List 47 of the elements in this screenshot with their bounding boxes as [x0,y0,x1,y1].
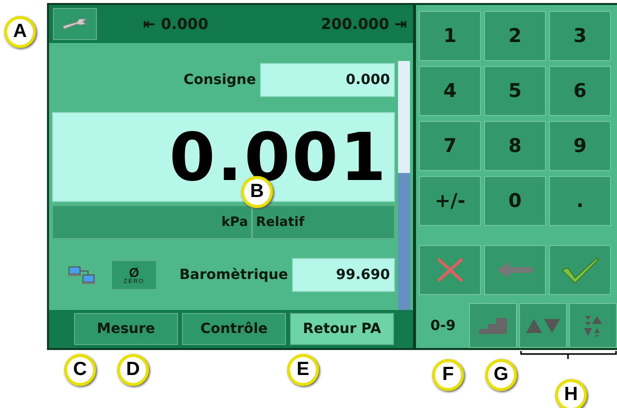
callout-marker: G [485,359,517,391]
keypad-key[interactable]: 1 [419,11,481,61]
setpoint-field[interactable]: 0.000 [260,63,395,97]
keypad-key[interactable]: 3 [549,11,611,61]
keypad-key[interactable]: 4 [419,66,481,116]
wrench-icon [62,17,88,31]
keypad-key[interactable]: . [549,176,611,226]
keypad-key[interactable]: 8 [484,121,546,171]
scrollbar-thumb[interactable] [398,173,410,310]
network-icon [68,266,96,284]
backspace-key[interactable] [484,245,546,295]
barometric-label: Baromètrique [179,267,288,283]
expand-arrows-icon [582,314,604,336]
cancel-key[interactable] [419,245,481,295]
mode-label: Relatif [252,205,395,239]
callout-marker: D [117,354,149,386]
setpoint-label: Consigne [184,72,256,88]
settings-button[interactable] [53,8,97,40]
keypad-key[interactable]: 5 [484,66,546,116]
keypad-key[interactable]: 7 [419,121,481,171]
callout-marker: F [432,359,464,391]
mode-tab[interactable] [469,303,517,348]
barometric-field: 99.690 [292,258,395,292]
keypad-key[interactable]: +/- [419,176,481,226]
stairs-icon [478,316,508,334]
tab[interactable]: Contrôle [182,313,286,345]
tab[interactable]: Mesure [74,313,178,345]
keypad-key[interactable]: 6 [549,66,611,116]
mode-tab[interactable] [569,303,617,348]
checkmark-icon [560,256,600,284]
tab[interactable]: Retour PA [290,313,394,345]
confirm-key[interactable] [549,245,611,295]
unit-label: kPa [52,205,252,239]
callout-marker: E [287,354,319,386]
keypad-key[interactable]: 9 [549,121,611,171]
keypad-key[interactable]: 0 [484,176,546,226]
keypad-key[interactable]: 2 [484,11,546,61]
cancel-icon [435,256,465,284]
range-max: 200.000 ⇥ [320,15,407,33]
callout-marker: A [4,16,36,48]
callout-marker: C [64,354,96,386]
scrollbar[interactable] [398,61,410,310]
left-arrow-icon [495,261,535,279]
callout-marker: H [555,379,587,408]
mode-tab[interactable] [519,303,567,348]
range-min: ⇤ 0.000 [143,15,208,33]
up-down-arrows-icon [525,318,561,334]
